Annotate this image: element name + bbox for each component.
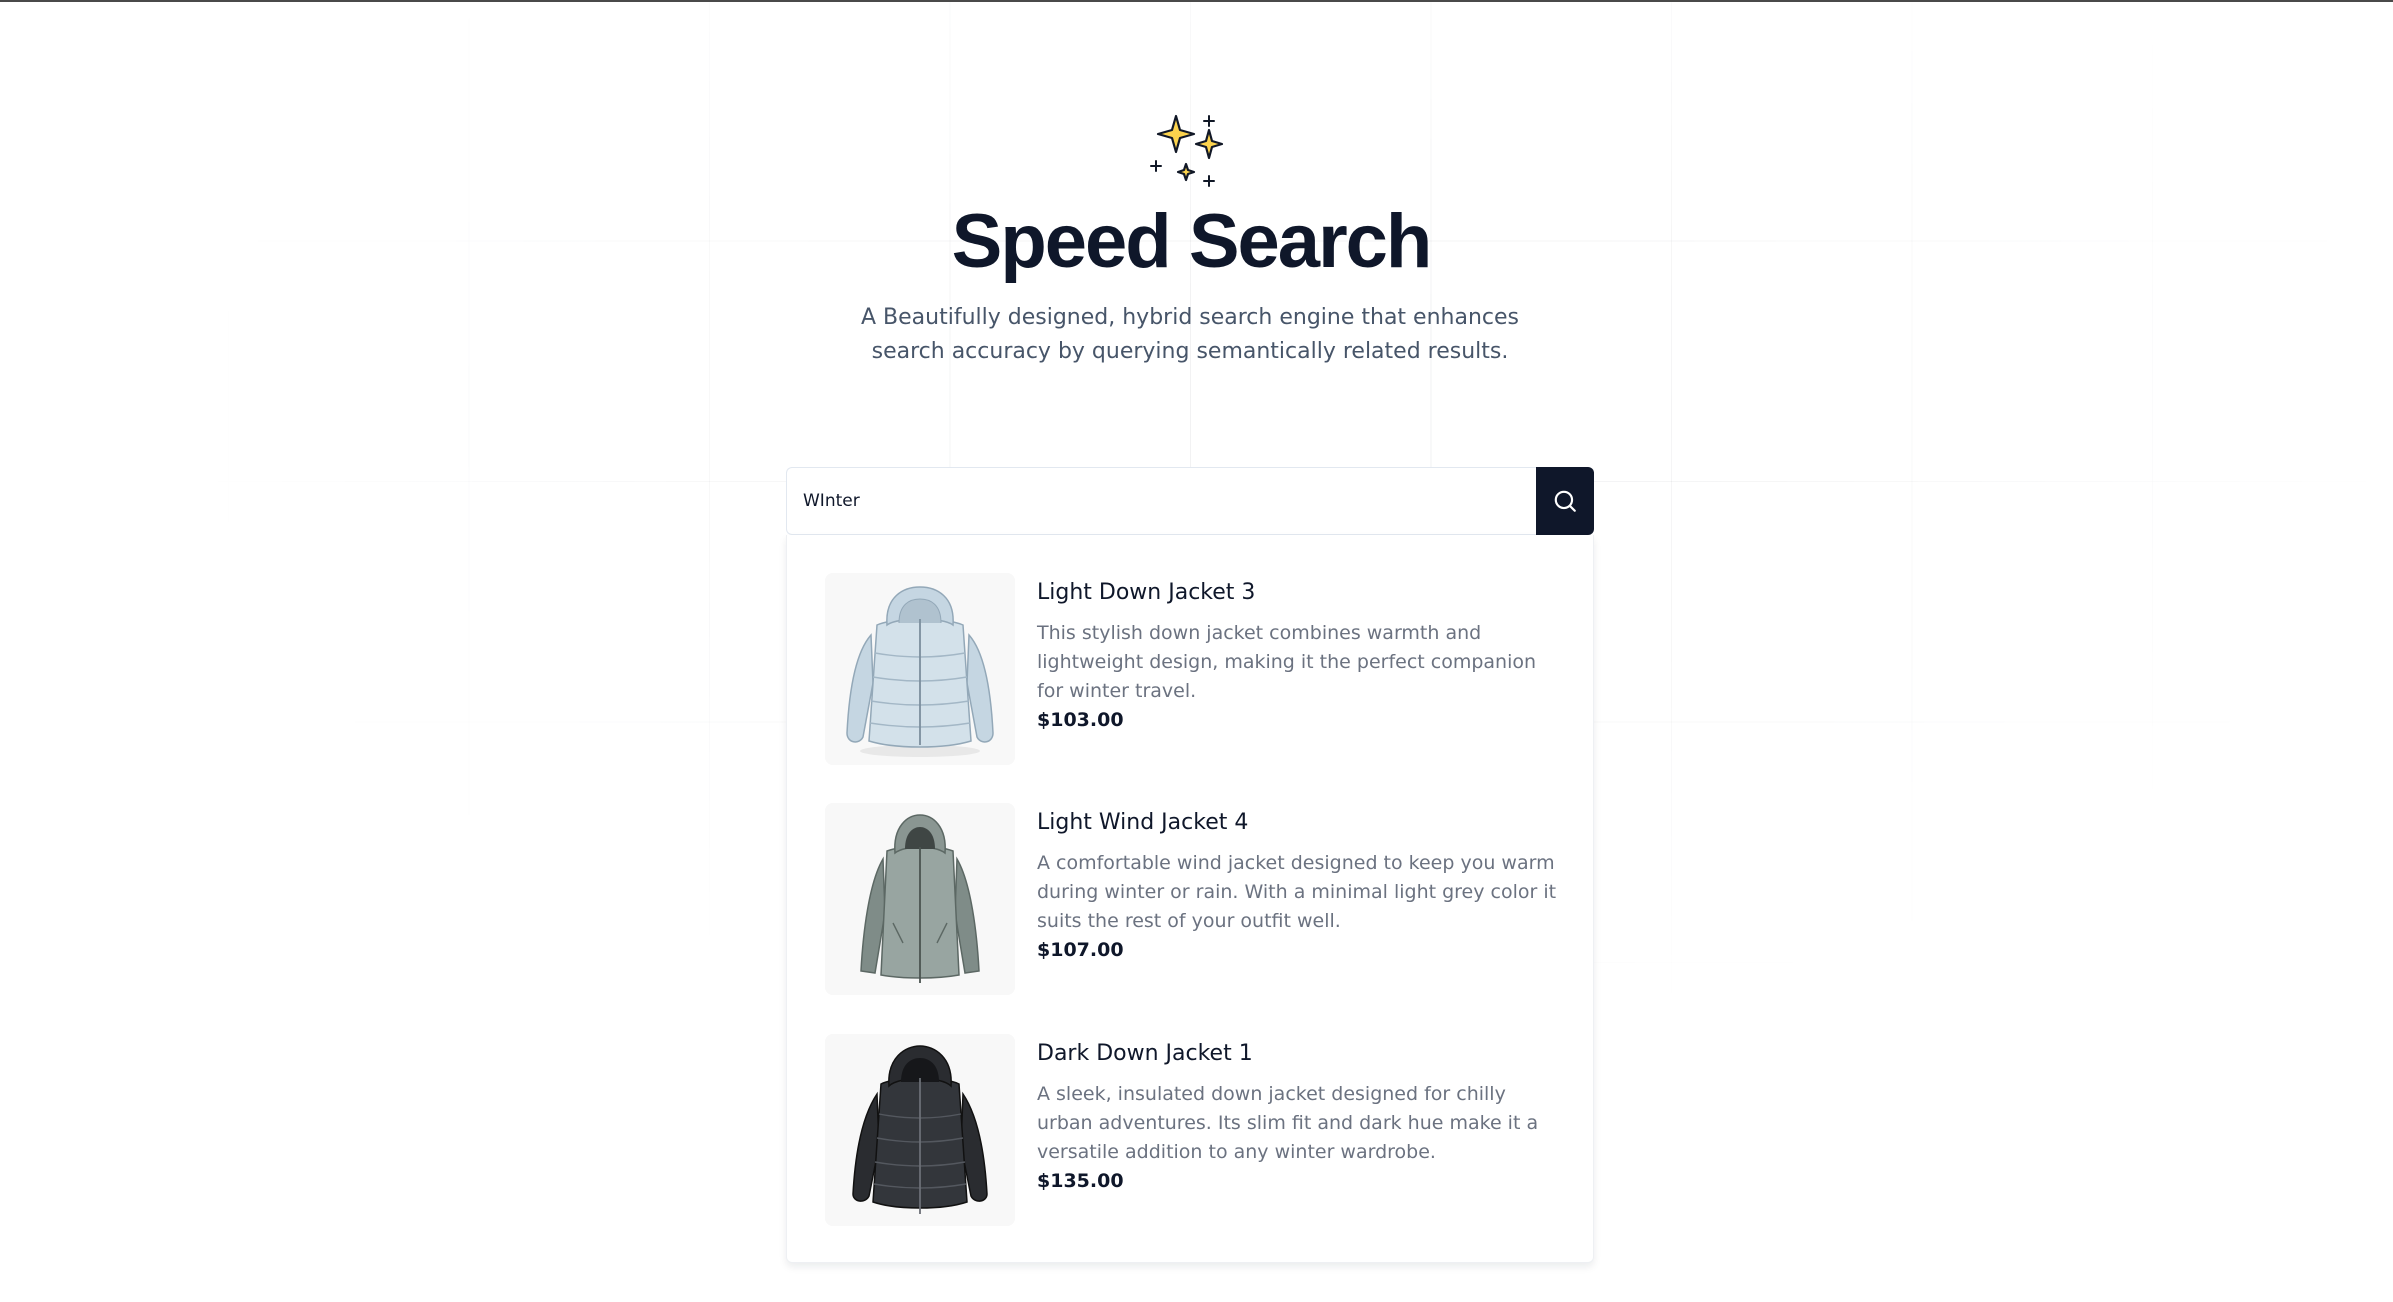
sparkles-icon: [1150, 114, 1224, 187]
page-subtitle: A Beautifully designed, hybrid search en…: [861, 305, 1519, 364]
result-title: Dark Down Jacket 1: [1037, 1041, 1253, 1066]
product-image-light-down-jacket: [825, 573, 1015, 765]
result-item[interactable]: Light Wind Jacket 4 A comfortable wind j…: [787, 765, 1595, 995]
search-icon: [1554, 490, 1576, 512]
product-image-light-wind-jacket: [825, 803, 1015, 995]
result-price: $103.00: [1037, 709, 1124, 731]
window-top-border: [0, 0, 2393, 2]
result-description: A sleek, insulated down jacket designed …: [1037, 1083, 1539, 1163]
result-item[interactable]: Light Down Jacket 3 This stylish down ja…: [787, 535, 1595, 765]
result-price: $135.00: [1037, 1170, 1124, 1192]
search-results: Light Down Jacket 3 This stylish down ja…: [786, 535, 1594, 1263]
search-input[interactable]: [786, 467, 1536, 535]
result-description: This stylish down jacket combines warmth…: [1037, 622, 1537, 702]
result-description: A comfortable wind jacket designed to ke…: [1037, 852, 1557, 932]
search-button[interactable]: [1536, 467, 1594, 535]
page-title: Speed Search: [951, 199, 1433, 284]
search-bar: [786, 467, 1594, 535]
result-item[interactable]: Dark Down Jacket 1 A sleek, insulated do…: [787, 996, 1595, 1226]
result-price: $107.00: [1037, 939, 1124, 961]
product-image-dark-down-jacket: [825, 1034, 1015, 1226]
result-title: Light Wind Jacket 4: [1037, 810, 1249, 835]
result-title: Light Down Jacket 3: [1037, 580, 1256, 605]
